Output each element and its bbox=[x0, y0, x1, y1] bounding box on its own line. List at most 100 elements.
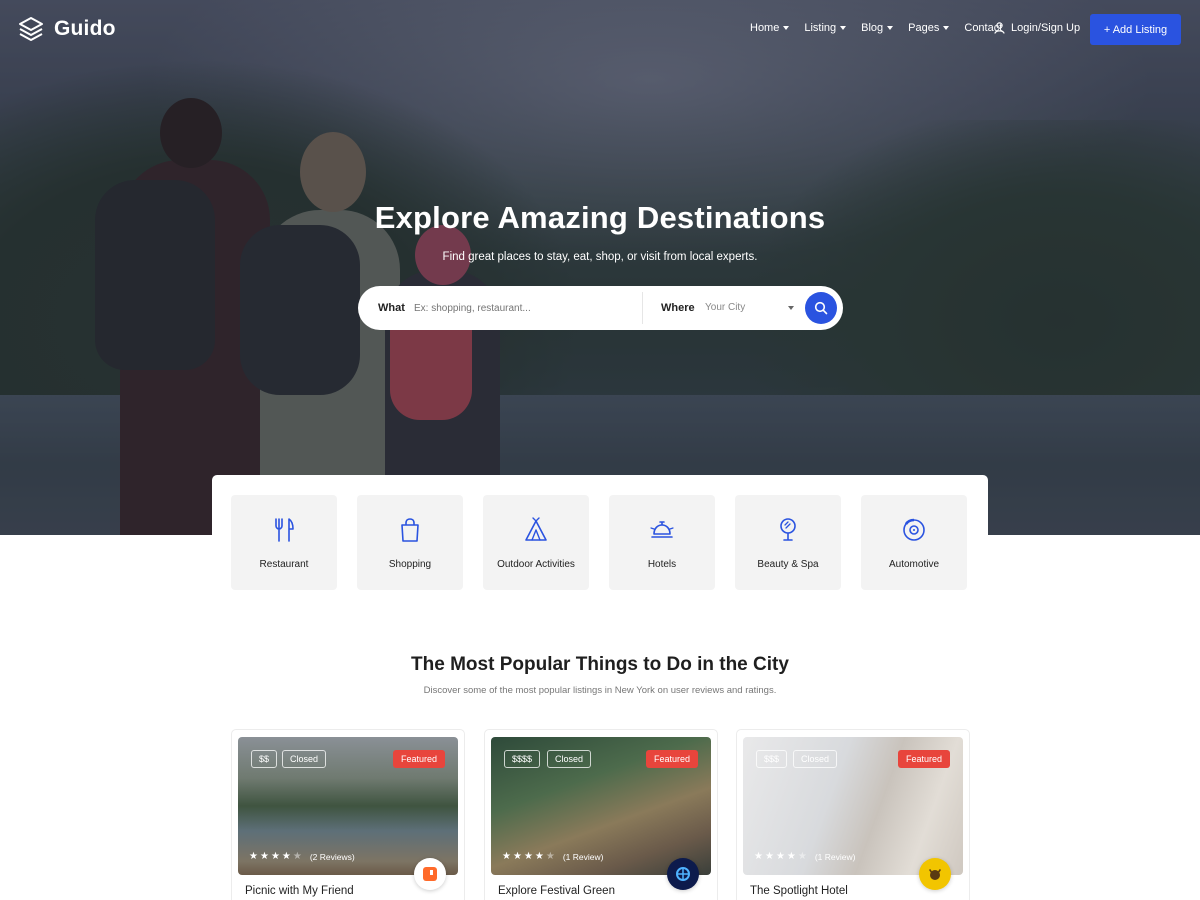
category-automotive[interactable]: Automotive bbox=[861, 495, 967, 590]
price-tag: $$$$ bbox=[504, 750, 541, 768]
listing-name[interactable]: Explore Festival Green bbox=[498, 885, 615, 897]
caret-down-icon[interactable] bbox=[788, 306, 794, 310]
status-tag: Closed bbox=[547, 750, 592, 768]
nav-item-home[interactable]: Home bbox=[750, 22, 790, 34]
section-title: The Most Popular Things to Do in the Cit… bbox=[411, 654, 789, 675]
listing-name[interactable]: The Spotlight Hotel bbox=[750, 885, 848, 897]
star-icon: ★ bbox=[534, 851, 544, 862]
price-tag: $$ bbox=[251, 750, 278, 768]
rating-stars: ★ ★ ★ ★ ★ (2 Reviews) bbox=[249, 851, 355, 862]
star-empty-icon: ★ bbox=[292, 851, 302, 862]
review-count: (2 Reviews) bbox=[309, 851, 355, 862]
add-listing-button[interactable]: + Add Listing bbox=[1090, 14, 1181, 45]
category-label: Hotels bbox=[647, 559, 677, 570]
caret-down-icon bbox=[783, 26, 790, 30]
caret-down-icon bbox=[887, 26, 894, 30]
listing-card[interactable]: $$ Closed Featured ★ ★ ★ ★ ★ (2 Reviews)… bbox=[231, 729, 465, 900]
brand-name: Guido bbox=[54, 17, 116, 40]
caret-down-icon bbox=[840, 26, 847, 30]
star-icon: ★ bbox=[786, 851, 796, 862]
search-icon bbox=[814, 301, 828, 315]
search-divider bbox=[642, 292, 643, 324]
category-beauty-spa[interactable]: Beauty & Spa bbox=[735, 495, 841, 590]
status-tag: Closed bbox=[282, 750, 327, 768]
category-label: Outdoor Activities bbox=[497, 559, 575, 570]
review-count: (1 Review) bbox=[814, 851, 856, 862]
hero-banner bbox=[0, 0, 1200, 535]
tent-icon bbox=[525, 517, 547, 541]
brand-logo[interactable]: Guido bbox=[18, 16, 116, 42]
category-outdoor-activities[interactable]: Outdoor Activities bbox=[483, 495, 589, 590]
listing-logo-badge bbox=[667, 858, 699, 890]
review-count: (1 Review) bbox=[562, 851, 604, 862]
featured-badge: Featured bbox=[645, 750, 698, 768]
featured-badge: Featured bbox=[392, 750, 445, 768]
nav-item-label: Home bbox=[750, 22, 780, 34]
nav-item-label: Listing bbox=[804, 22, 837, 34]
listing-image[interactable]: $$$$ Closed Featured ★ ★ ★ ★ ★ (1 Review… bbox=[491, 737, 711, 875]
listing-logo-badge bbox=[414, 858, 446, 890]
rating-stars: ★ ★ ★ ★ ★ (1 Review) bbox=[502, 851, 603, 862]
star-icon: ★ bbox=[259, 851, 269, 862]
login-signup-link[interactable]: Login/Sign Up bbox=[994, 22, 1080, 34]
shopping-bag-icon bbox=[401, 518, 419, 542]
star-icon: ★ bbox=[512, 851, 522, 862]
category-label: Automotive bbox=[888, 559, 940, 570]
login-label: Login/Sign Up bbox=[1011, 22, 1081, 34]
listing-image[interactable]: $$$ Closed Featured ★ ★ ★ ★ ★ (1 Review) bbox=[743, 737, 963, 875]
hotel-bell-icon bbox=[650, 521, 674, 538]
hero-title: Explore Amazing Destinations bbox=[374, 200, 826, 235]
star-empty-icon: ★ bbox=[545, 851, 555, 862]
star-icon: ★ bbox=[270, 851, 280, 862]
nav-item-label: Pages bbox=[908, 22, 940, 34]
category-label: Beauty & Spa bbox=[757, 559, 819, 570]
top-navbar: Guido Home Listing Blog Pages Contact Lo… bbox=[0, 0, 1200, 60]
where-city-select[interactable]: Your City bbox=[705, 302, 745, 313]
star-empty-icon: ★ bbox=[797, 851, 807, 862]
star-icon: ★ bbox=[523, 851, 533, 862]
star-icon: ★ bbox=[764, 851, 774, 862]
section-subtitle: Discover some of the most popular listin… bbox=[423, 685, 777, 696]
disc-brake-icon bbox=[903, 518, 925, 541]
category-panel: Restaurant Shopping Outdoor Activities H… bbox=[212, 475, 988, 605]
nav-item-pages[interactable]: Pages bbox=[908, 22, 950, 34]
what-label: What bbox=[378, 302, 405, 314]
nav-item-listing[interactable]: Listing bbox=[804, 22, 847, 34]
category-label: Restaurant bbox=[259, 559, 309, 570]
category-shopping[interactable]: Shopping bbox=[357, 495, 463, 590]
listing-logo-badge bbox=[919, 858, 951, 890]
listing-card[interactable]: $$$ Closed Featured ★ ★ ★ ★ ★ (1 Review)… bbox=[736, 729, 970, 900]
fork-knife-icon bbox=[275, 518, 294, 542]
hero-subtitle: Find great places to stay, eat, shop, or… bbox=[442, 251, 758, 263]
orange-logo-icon bbox=[423, 867, 437, 881]
listing-name[interactable]: Picnic with My Friend bbox=[245, 885, 354, 897]
main-menu: Home Listing Blog Pages Contact bbox=[750, 22, 1002, 34]
status-tag: Closed bbox=[793, 750, 838, 768]
hero-overlay bbox=[0, 0, 1200, 535]
price-tag: $$$ bbox=[756, 750, 788, 768]
nav-item-blog[interactable]: Blog bbox=[861, 22, 894, 34]
star-icon: ★ bbox=[249, 851, 258, 862]
rating-stars: ★ ★ ★ ★ ★ (1 Review) bbox=[754, 851, 855, 862]
star-icon: ★ bbox=[754, 851, 763, 862]
mirror-icon bbox=[780, 518, 796, 541]
where-label: Where bbox=[661, 302, 695, 314]
featured-badge: Featured bbox=[897, 750, 950, 768]
star-icon: ★ bbox=[775, 851, 785, 862]
user-icon bbox=[994, 22, 1005, 34]
star-half-icon: ★ bbox=[281, 851, 291, 862]
caret-down-icon bbox=[943, 26, 950, 30]
what-search-input[interactable] bbox=[414, 298, 634, 318]
listing-card[interactable]: $$$$ Closed Featured ★ ★ ★ ★ ★ (1 Review… bbox=[484, 729, 718, 900]
animal-logo-icon bbox=[929, 869, 941, 880]
category-restaurant[interactable]: Restaurant bbox=[231, 495, 337, 590]
category-label: Shopping bbox=[388, 559, 432, 570]
category-hotels[interactable]: Hotels bbox=[609, 495, 715, 590]
layers-logo-icon bbox=[19, 17, 43, 41]
search-button[interactable] bbox=[805, 292, 837, 324]
blue-logo-icon bbox=[676, 867, 690, 881]
listing-image[interactable]: $$ Closed Featured ★ ★ ★ ★ ★ (2 Reviews) bbox=[238, 737, 458, 875]
nav-item-label: Blog bbox=[861, 22, 884, 34]
star-icon: ★ bbox=[502, 851, 511, 862]
search-bar: What Where Your City bbox=[358, 286, 843, 330]
